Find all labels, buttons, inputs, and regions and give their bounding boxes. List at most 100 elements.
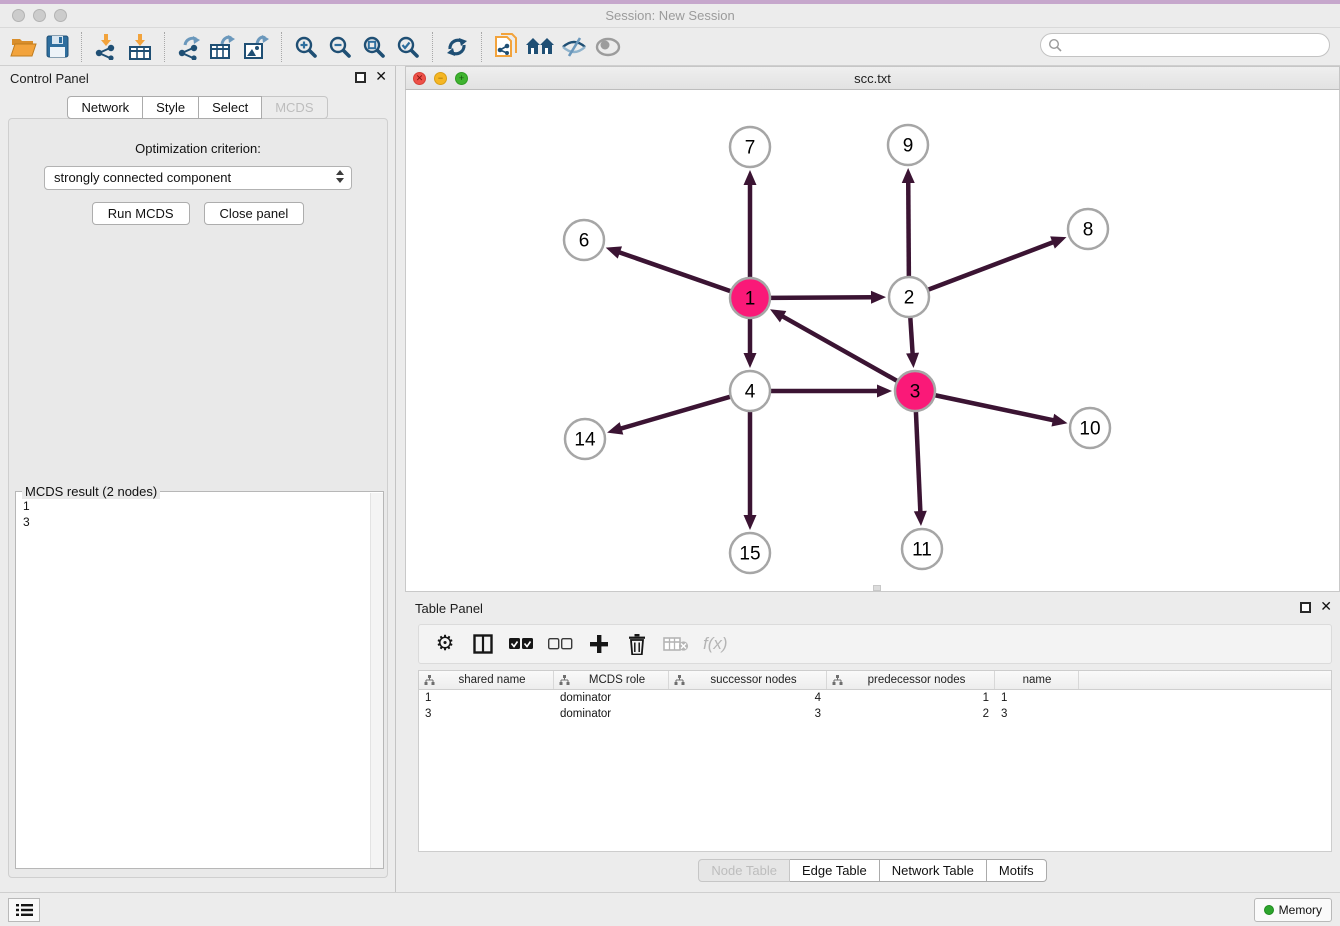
table-cell[interactable]: 1: [995, 690, 1079, 706]
import-table-button[interactable]: [123, 31, 157, 63]
task-history-button[interactable]: [8, 898, 40, 922]
graph-edge-3-1[interactable]: [781, 316, 897, 382]
close-panel-icon[interactable]: ✕: [375, 72, 387, 83]
graph-node-7[interactable]: 7: [730, 127, 770, 167]
graph-node-10[interactable]: 10: [1070, 408, 1110, 448]
import-network-icon: [93, 34, 119, 60]
graph-node-2[interactable]: 2: [889, 277, 929, 317]
graphics-details-button[interactable]: [557, 31, 591, 63]
table-cell[interactable]: 3: [995, 706, 1079, 722]
tab-motifs[interactable]: Motifs: [987, 859, 1047, 882]
open-session-button[interactable]: [6, 31, 40, 63]
houses-button[interactable]: [523, 31, 557, 63]
duplicate-network-button[interactable]: [489, 31, 523, 63]
delete-table-button[interactable]: [663, 630, 689, 658]
graph-edge-arrowhead: [906, 353, 919, 368]
table-cell[interactable]: 2: [827, 706, 995, 722]
table-settings-button[interactable]: ⚙: [433, 630, 457, 658]
close-table-panel-icon[interactable]: ✕: [1320, 602, 1332, 613]
graph-node-8[interactable]: 8: [1068, 209, 1108, 249]
graph-node-9[interactable]: 9: [888, 125, 928, 165]
create-column-button[interactable]: [587, 630, 611, 658]
tab-style[interactable]: Style: [143, 96, 199, 119]
graph-node-3[interactable]: 3: [895, 371, 935, 411]
column-header-MCDS-role[interactable]: MCDS role: [554, 671, 669, 689]
function-builder-button[interactable]: f(x): [703, 630, 728, 658]
table-cell[interactable]: dominator: [554, 690, 669, 706]
zoom-out-icon: [328, 35, 352, 59]
graph-edge-arrowhead: [871, 291, 886, 304]
plus-icon: [590, 635, 608, 653]
tab-network-table[interactable]: Network Table: [880, 859, 987, 882]
table-row[interactable]: 1dominator411: [419, 690, 1331, 706]
save-session-button[interactable]: [40, 31, 74, 63]
delete-column-button[interactable]: [625, 630, 649, 658]
tab-edge-table[interactable]: Edge Table: [790, 859, 880, 882]
graph-edge-arrowhead: [607, 422, 623, 434]
result-item[interactable]: 3: [23, 514, 370, 530]
table-cell[interactable]: 1: [827, 690, 995, 706]
column-header-name[interactable]: name: [995, 671, 1079, 689]
refresh-layout-button[interactable]: [440, 31, 474, 63]
table-cell[interactable]: 1: [419, 690, 554, 706]
network-window-titlebar[interactable]: ✕ − + scc.txt: [405, 66, 1340, 90]
svg-text:11: 11: [912, 540, 932, 561]
table-row[interactable]: 3dominator323: [419, 706, 1331, 722]
run-mcds-button[interactable]: Run MCDS: [92, 202, 190, 225]
graph-edge-2-9[interactable]: [908, 181, 909, 277]
float-panel-icon[interactable]: [355, 72, 366, 83]
memory-button[interactable]: Memory: [1254, 898, 1332, 922]
deselect-all-columns-button[interactable]: [548, 630, 573, 658]
show-columns-button[interactable]: [471, 630, 495, 658]
result-scrollbar[interactable]: [370, 493, 383, 868]
optimization-criterion-select[interactable]: strongly connected component: [44, 166, 352, 190]
graph-edge-2-8[interactable]: [928, 242, 1055, 290]
graph-edge-1-2[interactable]: [770, 297, 873, 298]
checked-checkboxes-icon: [509, 638, 534, 650]
graph-node-11[interactable]: 11: [902, 529, 942, 569]
float-table-panel-icon[interactable]: [1300, 602, 1311, 613]
zoom-fit-button[interactable]: [357, 31, 391, 63]
gear-icon: ⚙: [436, 632, 455, 656]
tab-select[interactable]: Select: [199, 96, 262, 119]
zoom-in-button[interactable]: [289, 31, 323, 63]
graph-node-14[interactable]: 14: [565, 419, 605, 459]
graph-node-1[interactable]: 1: [730, 278, 770, 318]
svg-text:10: 10: [1079, 419, 1100, 440]
tab-node-table[interactable]: Node Table: [698, 859, 790, 882]
graph-edge-4-14[interactable]: [620, 397, 731, 429]
graph-edge-2-3[interactable]: [910, 317, 912, 355]
graph-node-15[interactable]: 15: [730, 533, 770, 573]
result-item[interactable]: 1: [23, 498, 370, 514]
graph-edge-1-6[interactable]: [618, 252, 731, 292]
network-canvas[interactable]: 7 9 6 8 1 2 4 3 14 10 15 11: [405, 90, 1340, 592]
table-cell[interactable]: 3: [669, 706, 827, 722]
hide-panel-button[interactable]: [591, 31, 625, 63]
column-header-predecessor-nodes[interactable]: predecessor nodes: [827, 671, 995, 689]
tab-network[interactable]: Network: [67, 96, 143, 119]
column-header-successor-nodes[interactable]: successor nodes: [669, 671, 827, 689]
table-cell[interactable]: 3: [419, 706, 554, 722]
zoom-out-button[interactable]: [323, 31, 357, 63]
import-network-button[interactable]: [89, 31, 123, 63]
node-table[interactable]: shared nameMCDS rolesuccessor nodesprede…: [418, 670, 1332, 852]
tab-mcds[interactable]: MCDS: [262, 96, 327, 119]
export-table-button[interactable]: [206, 31, 240, 63]
table-cell[interactable]: 4: [669, 690, 827, 706]
hierarchy-icon: [674, 675, 685, 685]
graph-edge-3-10[interactable]: [935, 395, 1055, 420]
graph-edge-3-11[interactable]: [916, 411, 921, 513]
canvas-resize-grip[interactable]: [873, 585, 881, 591]
eye-slash-icon: [561, 36, 587, 58]
search-input[interactable]: [1040, 33, 1330, 57]
graph-node-6[interactable]: 6: [564, 220, 604, 260]
close-panel-button[interactable]: Close panel: [204, 202, 305, 225]
mcds-result-list[interactable]: 13: [16, 493, 370, 868]
export-image-button[interactable]: [240, 31, 274, 63]
zoom-selected-button[interactable]: [391, 31, 425, 63]
table-cell[interactable]: dominator: [554, 706, 669, 722]
graph-node-4[interactable]: 4: [730, 371, 770, 411]
export-network-button[interactable]: [172, 31, 206, 63]
select-all-columns-button[interactable]: [509, 630, 534, 658]
column-header-shared-name[interactable]: shared name: [419, 671, 554, 689]
